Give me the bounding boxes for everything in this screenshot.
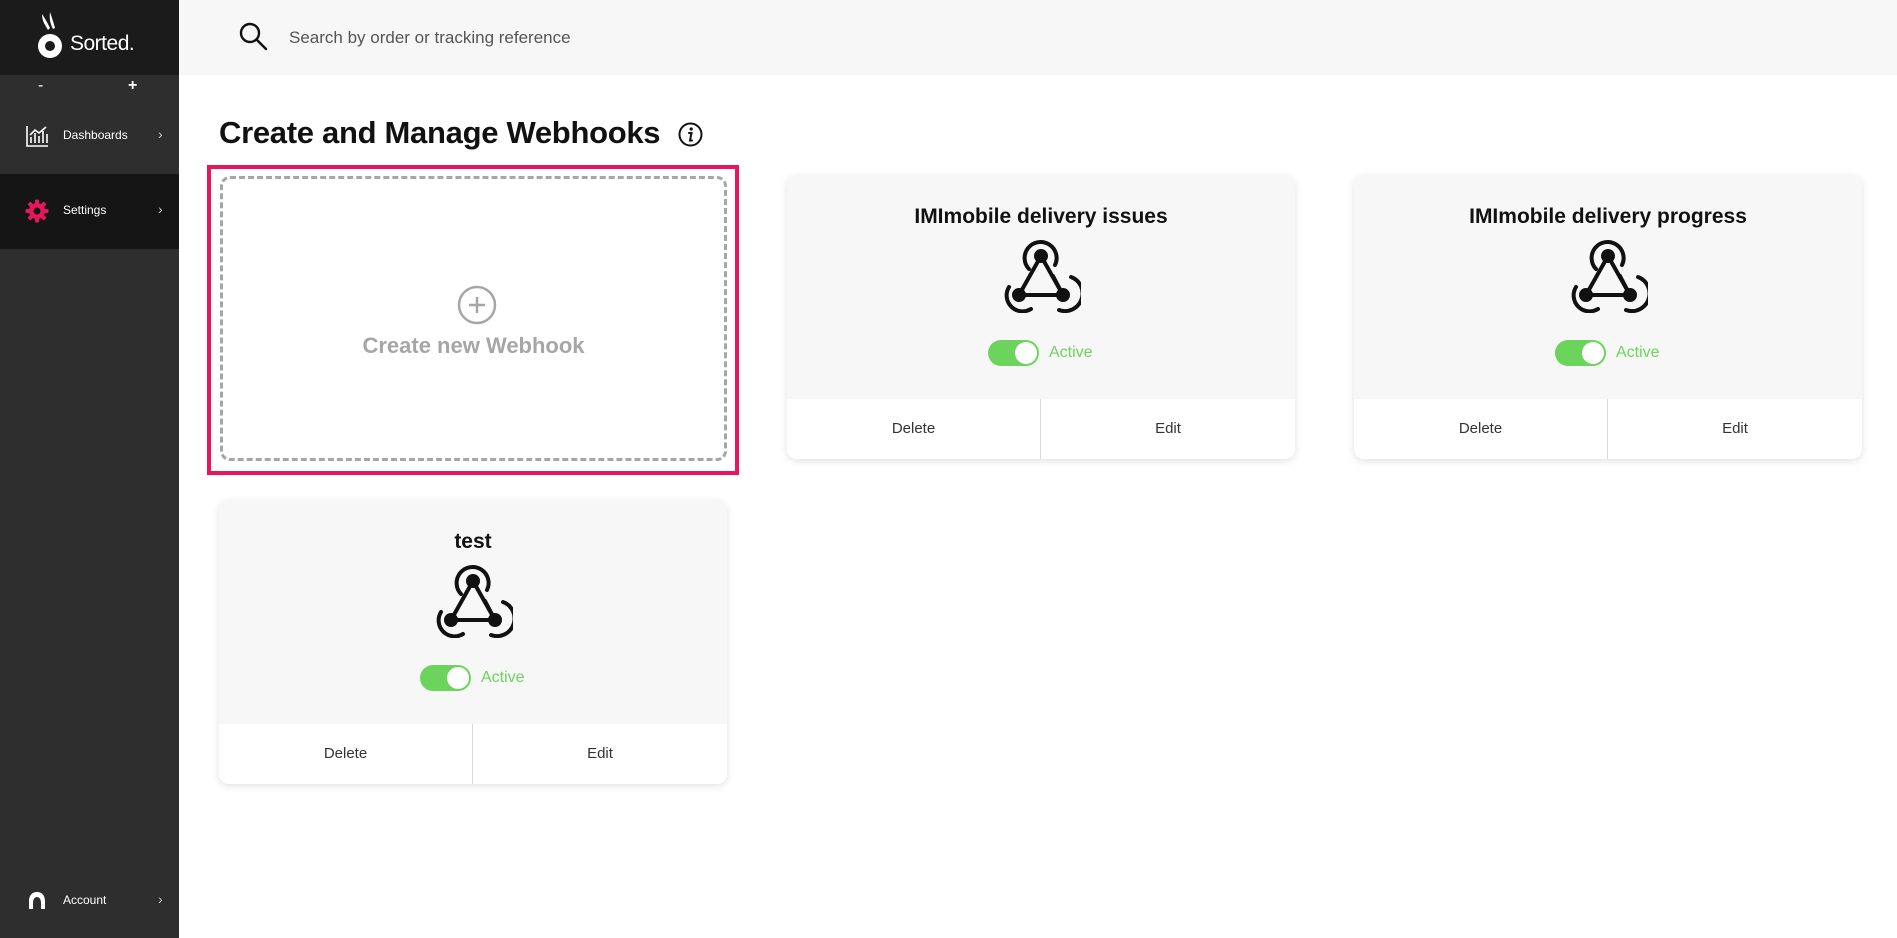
webhook-icon xyxy=(1004,240,1081,313)
gear-icon xyxy=(25,199,49,223)
webhook-icon xyxy=(436,565,513,638)
page-title: Create and Manage Webhooks xyxy=(219,115,661,150)
user-icon xyxy=(29,892,45,909)
chevron-right-icon: › xyxy=(158,201,163,217)
webhook-icon xyxy=(1571,240,1648,313)
sidebar-item-label: Settings xyxy=(63,203,107,217)
chevron-right-icon: › xyxy=(158,126,163,142)
create-webhook-label: Create new Webhook xyxy=(362,333,585,358)
search-bar xyxy=(179,0,1897,75)
delete-button[interactable]: Delete xyxy=(1354,399,1608,459)
sidebar-item-account[interactable]: Account › xyxy=(0,864,179,934)
webhook-card: test Active Delete Edit xyxy=(219,500,727,784)
plus-circle-icon xyxy=(457,285,497,325)
sidebar-item-label: Account xyxy=(63,893,107,907)
edit-button[interactable]: Edit xyxy=(473,724,727,784)
info-icon[interactable] xyxy=(678,122,703,147)
webhook-title: test xyxy=(454,530,492,553)
brand-name: Sorted. xyxy=(70,32,135,55)
status-label: Active xyxy=(1049,344,1093,361)
delete-button[interactable]: Delete xyxy=(787,399,1041,459)
webhook-card-body: IMImobile delivery progress Active xyxy=(1354,175,1862,399)
webhook-title: IMImobile delivery issues xyxy=(914,205,1168,228)
sidebar-item-dashboards[interactable]: Dashboards › xyxy=(0,99,179,174)
webhook-card: IMImobile delivery progress Active Delet… xyxy=(1354,175,1862,459)
chart-icon xyxy=(26,126,48,147)
search-input[interactable] xyxy=(289,25,889,51)
active-toggle[interactable] xyxy=(1555,340,1606,366)
toggle-knob xyxy=(1015,342,1037,364)
chevron-right-icon: › xyxy=(158,891,163,907)
status-label: Active xyxy=(481,669,525,686)
status-label: Active xyxy=(1616,344,1660,361)
sidebar-item-label: Dashboards xyxy=(63,128,128,142)
create-webhook-button[interactable]: Create new Webhook xyxy=(220,176,727,461)
sidebar-item-settings[interactable]: Settings › xyxy=(0,174,179,249)
webhook-title: IMImobile delivery progress xyxy=(1469,205,1747,228)
toggle-knob xyxy=(447,667,469,689)
toggle-knob xyxy=(1582,342,1604,364)
sorted-logo-icon xyxy=(38,12,62,58)
logo[interactable]: Sorted. xyxy=(0,0,179,75)
sidebar: Sorted. - + Dashboards › Settings › Acco… xyxy=(0,0,179,938)
delete-button[interactable]: Delete xyxy=(219,724,473,784)
edit-button[interactable]: Edit xyxy=(1041,399,1295,459)
webhook-card-body: test Active xyxy=(219,500,727,724)
active-toggle[interactable] xyxy=(420,665,471,691)
zoom-controls: - + xyxy=(0,77,179,99)
zoom-in-button[interactable]: + xyxy=(128,77,137,95)
search-icon[interactable] xyxy=(237,20,269,52)
zoom-out-button[interactable]: - xyxy=(38,77,43,95)
active-toggle[interactable] xyxy=(988,340,1039,366)
webhook-card: IMImobile delivery issues Active Delete … xyxy=(787,175,1295,459)
webhook-card-body: IMImobile delivery issues Active xyxy=(787,175,1295,399)
edit-button[interactable]: Edit xyxy=(1608,399,1862,459)
